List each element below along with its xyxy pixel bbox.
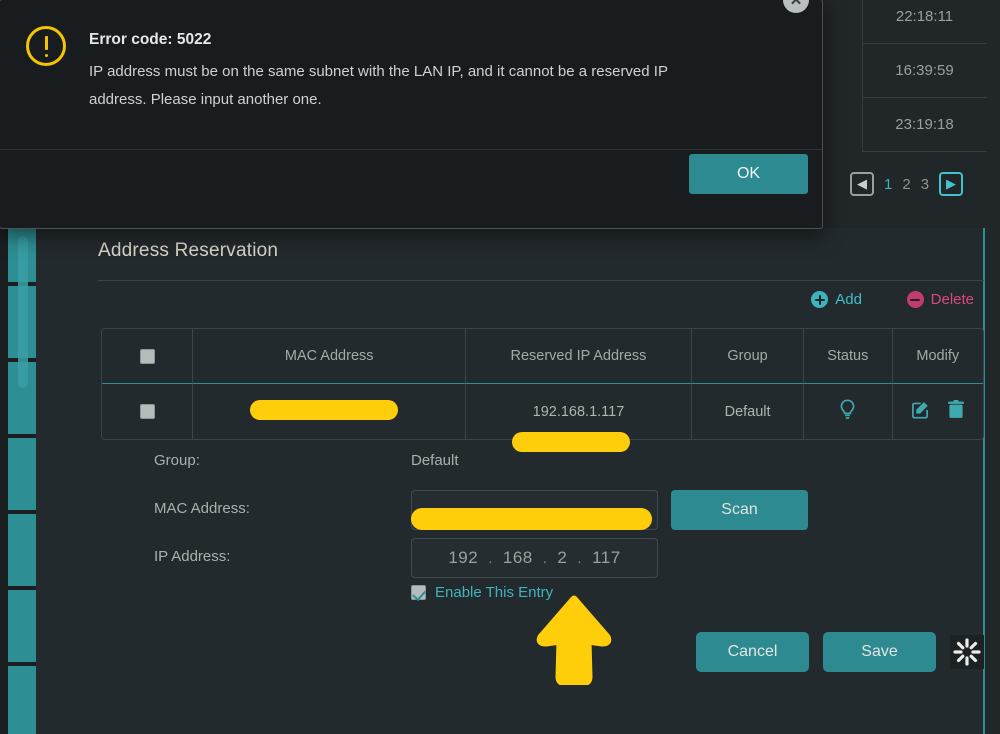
pagination-page-1[interactable]: 1 bbox=[884, 176, 892, 193]
form-row-ip: IP Address: 192 . 168 . 2 . 117 bbox=[101, 536, 984, 584]
group-value: Default bbox=[411, 452, 459, 469]
enable-entry-checkbox[interactable] bbox=[411, 585, 426, 600]
scan-button[interactable]: Scan bbox=[671, 490, 808, 530]
table-row: 16:39:59 bbox=[862, 44, 987, 98]
delete-icon[interactable] bbox=[948, 400, 965, 423]
redaction-mark-table-mac bbox=[250, 400, 398, 420]
pagination-page-3[interactable]: 3 bbox=[921, 176, 929, 193]
cell-group: Default bbox=[692, 383, 805, 439]
add-button-label: Add bbox=[835, 291, 862, 308]
column-modify: Modify bbox=[916, 348, 960, 364]
pagination: ◀ 1 2 3 ▶ bbox=[850, 172, 964, 196]
form-actions: Cancel Save bbox=[696, 632, 984, 672]
error-message: IP address must be on the same subnet wi… bbox=[89, 63, 668, 108]
mac-address-label: MAC Address: bbox=[154, 500, 250, 517]
pagination-prev-button[interactable]: ◀ bbox=[850, 172, 874, 196]
plus-circle-icon bbox=[811, 291, 829, 308]
ip-octet-2[interactable]: 168 bbox=[503, 548, 533, 568]
cancel-button[interactable]: Cancel bbox=[696, 632, 809, 672]
column-mac-address: MAC Address bbox=[193, 329, 466, 383]
cell-status bbox=[804, 383, 893, 439]
screen: 22:18:11 16:39:59 23:19:18 ◀ 1 2 3 ▶ Add… bbox=[0, 0, 1000, 734]
rail-segment[interactable] bbox=[8, 590, 36, 662]
ip-octet-4[interactable]: 117 bbox=[592, 548, 621, 568]
cell-reserved-ip: 192.168.1.117 bbox=[465, 383, 693, 439]
pagination-next-button[interactable]: ▶ bbox=[939, 172, 964, 196]
row-checkbox[interactable] bbox=[139, 404, 155, 420]
edit-icon[interactable] bbox=[911, 400, 930, 423]
column-divider bbox=[862, 0, 863, 152]
error-code-label: Error code: 5022 bbox=[89, 31, 212, 48]
ip-separator: . bbox=[488, 549, 493, 567]
column-group: Group bbox=[692, 329, 805, 383]
ip-separator: . bbox=[542, 549, 548, 567]
background-log-table: 22:18:11 16:39:59 23:19:18 bbox=[862, 0, 987, 152]
annotation-arrow-up-icon bbox=[536, 595, 612, 685]
column-status: Status bbox=[804, 329, 893, 383]
cell-modify bbox=[892, 383, 983, 439]
column-reserved-ip: Reserved IP Address bbox=[466, 329, 693, 383]
group-label: Group: bbox=[154, 452, 200, 469]
table-row: 22:18:11 bbox=[862, 0, 987, 44]
redaction-mark-form-mac bbox=[411, 508, 652, 530]
row-select-cell bbox=[102, 383, 194, 439]
rail-segment[interactable] bbox=[8, 438, 36, 510]
error-dialog-body: Error code: 5022 IP address must be on t… bbox=[0, 0, 822, 150]
delete-button[interactable]: Delete bbox=[906, 291, 974, 308]
ip-octet-3[interactable]: 2 bbox=[557, 548, 567, 568]
pagination-page-2[interactable]: 2 bbox=[902, 176, 910, 193]
ip-address-label: IP Address: bbox=[154, 548, 231, 565]
address-reservation-panel: Address Reservation Add Delete MAC Addre… bbox=[36, 228, 985, 734]
reservation-table: MAC Address Reserved IP Address Group St… bbox=[101, 328, 984, 440]
table-header-row: MAC Address Reserved IP Address Group St… bbox=[102, 329, 983, 383]
add-button[interactable]: Add bbox=[811, 291, 862, 308]
lightbulb-icon[interactable] bbox=[839, 398, 856, 425]
select-all-checkbox[interactable] bbox=[139, 348, 155, 364]
rail-segment[interactable] bbox=[8, 514, 36, 586]
column-select-all bbox=[102, 329, 194, 383]
table-toolbar: Add Delete bbox=[98, 281, 984, 325]
enable-entry-row[interactable]: Enable This Entry bbox=[411, 584, 553, 601]
ip-octet-1[interactable]: 192 bbox=[448, 548, 478, 568]
exclamation-circle-icon bbox=[26, 26, 66, 66]
delete-button-label: Delete bbox=[930, 291, 974, 308]
ip-separator: . bbox=[577, 549, 583, 567]
rail-segment[interactable] bbox=[8, 666, 36, 734]
ip-address-input[interactable]: 192 . 168 . 2 . 117 bbox=[411, 538, 658, 578]
loading-spinner-icon bbox=[950, 635, 984, 669]
sidebar-scrollbar-thumb[interactable] bbox=[18, 236, 28, 388]
table-row: 23:19:18 bbox=[862, 98, 987, 152]
table-row: 192.168.1.117 Default bbox=[102, 383, 983, 439]
save-button[interactable]: Save bbox=[823, 632, 936, 672]
error-dialog: Error code: 5022 IP address must be on t… bbox=[0, 0, 823, 229]
error-dialog-footer: OK bbox=[0, 150, 822, 228]
page-title: Address Reservation bbox=[98, 240, 279, 261]
redaction-mark-table-ip bbox=[512, 432, 630, 452]
minus-circle-icon bbox=[906, 291, 924, 308]
ok-button[interactable]: OK bbox=[689, 154, 808, 194]
